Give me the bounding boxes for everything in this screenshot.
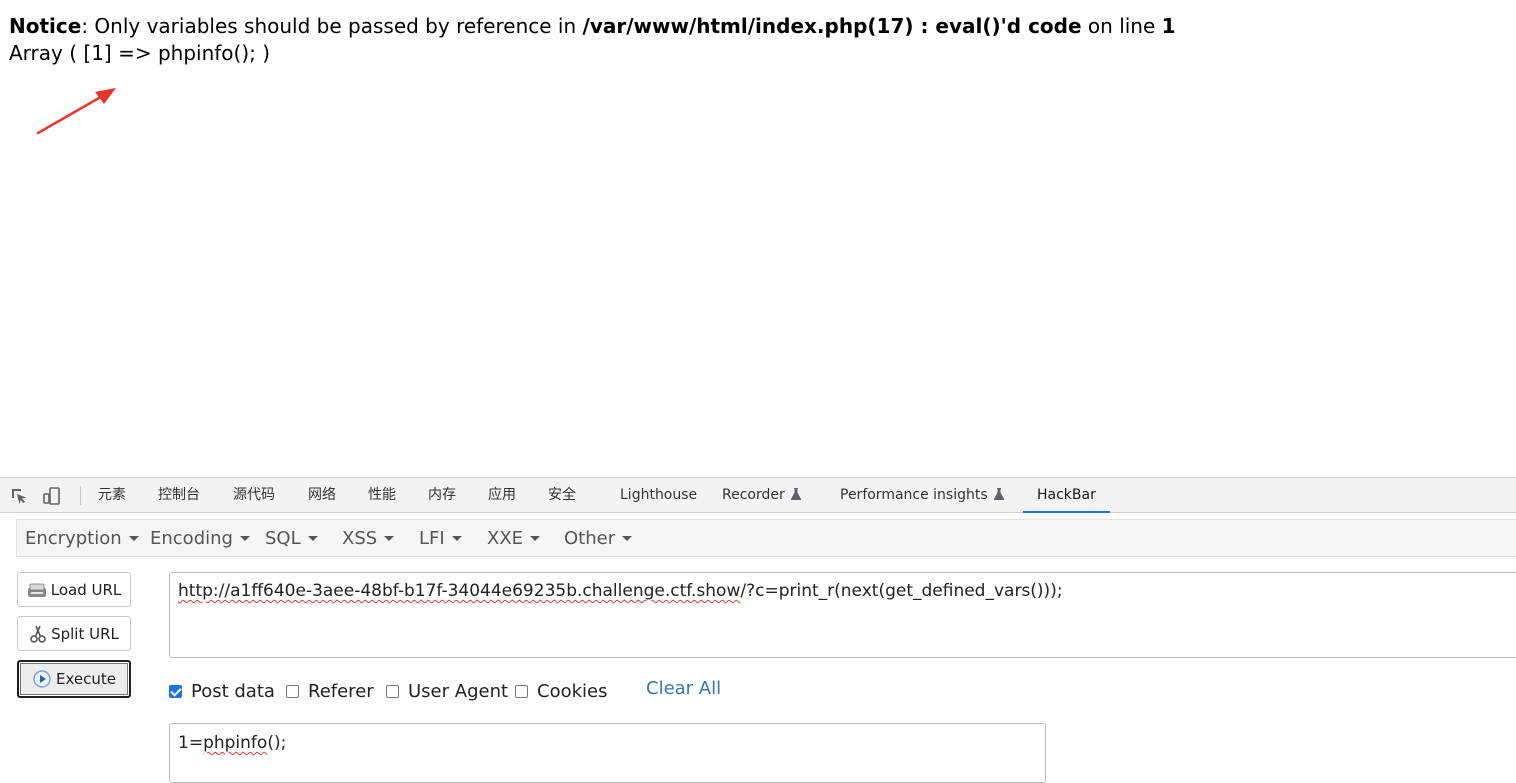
php-output: Notice: Only variables should be passed … [9, 13, 1176, 67]
hackbar-menu: Encryption Encoding SQL XSS LFI XXE Othe… [16, 519, 1516, 557]
user-agent-option[interactable]: User Agent [386, 678, 508, 704]
notice-file: /var/www/html/index.php(17) : eval()'d c… [582, 14, 1082, 38]
experiment-flask-icon [993, 488, 1004, 500]
tab-hackbar[interactable]: HackBar [1023, 478, 1110, 513]
notice-label: Notice [9, 14, 82, 38]
notice-line-number: 1 [1161, 14, 1176, 38]
menu-lfi[interactable]: LFI [419, 520, 462, 558]
menu-encryption[interactable]: Encryption [25, 520, 139, 558]
tab-security[interactable]: 安全 [548, 478, 576, 512]
tab-memory[interactable]: 内存 [428, 478, 456, 512]
menu-encoding-label: Encoding [150, 528, 233, 549]
tab-performance[interactable]: 性能 [368, 478, 396, 512]
load-url-label: Load URL [50, 580, 122, 599]
referer-checkbox[interactable] [286, 684, 299, 698]
execute-button[interactable]: Execute [17, 660, 131, 698]
notice-line: Notice: Only variables should be passed … [9, 13, 1176, 40]
notice-on-line: on line [1081, 14, 1162, 38]
array-output: Array ( [1] => phpinfo(); ) [9, 41, 271, 65]
tab-performance-insights[interactable]: Performance insights [840, 478, 1004, 512]
caret-down-icon [307, 536, 318, 541]
scissors-icon [30, 625, 46, 643]
caret-down-icon [239, 536, 250, 541]
caret-down-icon [622, 536, 633, 541]
post-data-value: phpinfo [203, 733, 268, 753]
notice-message: : Only variables should be passed by ref… [81, 14, 583, 38]
post-data-prefix: 1= [178, 733, 204, 753]
cookies-checkbox[interactable] [515, 684, 528, 698]
post-data-suffix: (); [267, 733, 287, 753]
menu-other-label: Other [564, 528, 616, 549]
caret-down-icon [384, 536, 395, 541]
tab-recorder-label: Recorder [722, 487, 785, 503]
tab-application[interactable]: 应用 [488, 478, 516, 512]
devtools-panel: 元素 控制台 源代码 网络 性能 内存 应用 安全 Lighthouse Rec… [0, 477, 1516, 783]
post-data-label: Post data [191, 680, 275, 702]
tab-sources[interactable]: 源代码 [233, 478, 275, 512]
split-url-label: Split URL [51, 624, 119, 643]
menu-sql[interactable]: SQL [265, 520, 318, 558]
url-query: /?c=print_r(next(get_defined_vars())); [740, 581, 1063, 601]
post-data-text: 1=phpinfo(); [178, 733, 286, 753]
menu-lfi-label: LFI [419, 528, 445, 549]
referer-option[interactable]: Referer [286, 678, 374, 704]
tab-recorder[interactable]: Recorder [722, 478, 801, 512]
menu-xxe-label: XXE [487, 528, 524, 549]
cookies-label: Cookies [537, 680, 608, 702]
menu-xss-label: XSS [342, 528, 378, 549]
post-data-checkbox[interactable] [169, 684, 182, 698]
caret-down-icon [128, 536, 139, 541]
caret-down-icon [530, 536, 541, 541]
tab-network[interactable]: 网络 [308, 478, 336, 512]
annotation-arrow-icon [36, 88, 116, 135]
devtools-tabbar: 元素 控制台 源代码 网络 性能 内存 应用 安全 Lighthouse Rec… [0, 478, 1516, 513]
experiment-flask-icon [790, 488, 801, 500]
tab-console[interactable]: 控制台 [158, 478, 200, 512]
menu-xxe[interactable]: XXE [487, 520, 541, 558]
post-data-textarea[interactable]: 1=phpinfo(); [169, 723, 1046, 783]
cookies-option[interactable]: Cookies [515, 678, 607, 704]
device-toolbar-icon[interactable] [42, 486, 62, 506]
user-agent-checkbox[interactable] [386, 684, 399, 698]
clear-all-link[interactable]: Clear All [646, 678, 721, 699]
tab-performance-insights-label: Performance insights [840, 487, 988, 503]
referer-label: Referer [308, 680, 374, 702]
menu-other[interactable]: Other [564, 520, 633, 558]
post-data-option[interactable]: Post data [169, 678, 275, 704]
split-url-button[interactable]: Split URL [17, 616, 131, 651]
load-url-icon [27, 583, 46, 597]
menu-sql-label: SQL [265, 528, 301, 549]
load-url-button[interactable]: Load URL [17, 572, 131, 607]
play-icon [33, 670, 51, 688]
user-agent-label: User Agent [408, 680, 509, 702]
tab-elements[interactable]: 元素 [98, 478, 126, 512]
menu-encryption-label: Encryption [25, 528, 122, 549]
url-text: http://a1ff640e-3aee-48bf-b17f-34044e692… [178, 581, 1063, 601]
caret-down-icon [451, 536, 462, 541]
tabbar-separator [80, 486, 81, 505]
inspect-element-icon[interactable] [9, 486, 29, 506]
menu-encoding[interactable]: Encoding [150, 520, 250, 558]
menu-xss[interactable]: XSS [342, 520, 395, 558]
execute-label: Execute [56, 670, 116, 688]
tab-lighthouse[interactable]: Lighthouse [620, 478, 697, 512]
url-textarea[interactable]: http://a1ff640e-3aee-48bf-b17f-34044e692… [169, 572, 1516, 658]
url-host: http://a1ff640e-3aee-48bf-b17f-34044e692… [178, 581, 741, 601]
